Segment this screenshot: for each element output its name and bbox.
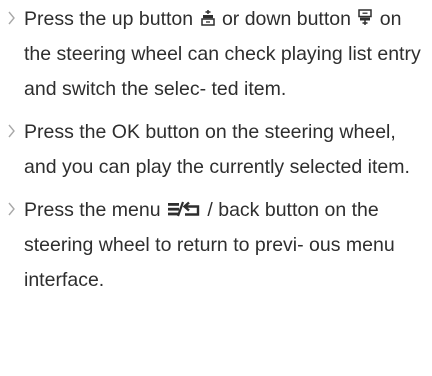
phone-hangup-icon [358, 9, 373, 26]
chevron-right-icon [7, 10, 17, 26]
text-segment: or down button [216, 8, 357, 30]
chevron-right-icon [7, 123, 17, 139]
text-segment: Press the up button [24, 8, 199, 30]
list-item-text: Press the menu / back button on the stee… [24, 193, 424, 298]
phone-answer-icon [200, 9, 215, 26]
list-item: Press the menu / back button on the stee… [0, 193, 424, 298]
text-segment: Press the menu [24, 199, 166, 221]
list-item: Press the OK button on the steering whee… [0, 115, 424, 185]
list-item-text: Press the OK button on the steering whee… [24, 121, 410, 178]
chevron-right-icon [7, 201, 17, 217]
list-item: Press the up button or down button on th… [0, 2, 424, 107]
menu-back-icon [167, 201, 200, 217]
list-item-text: Press the up button or down button on th… [24, 2, 424, 107]
instruction-list: Press the up button or down button on th… [0, 0, 432, 376]
